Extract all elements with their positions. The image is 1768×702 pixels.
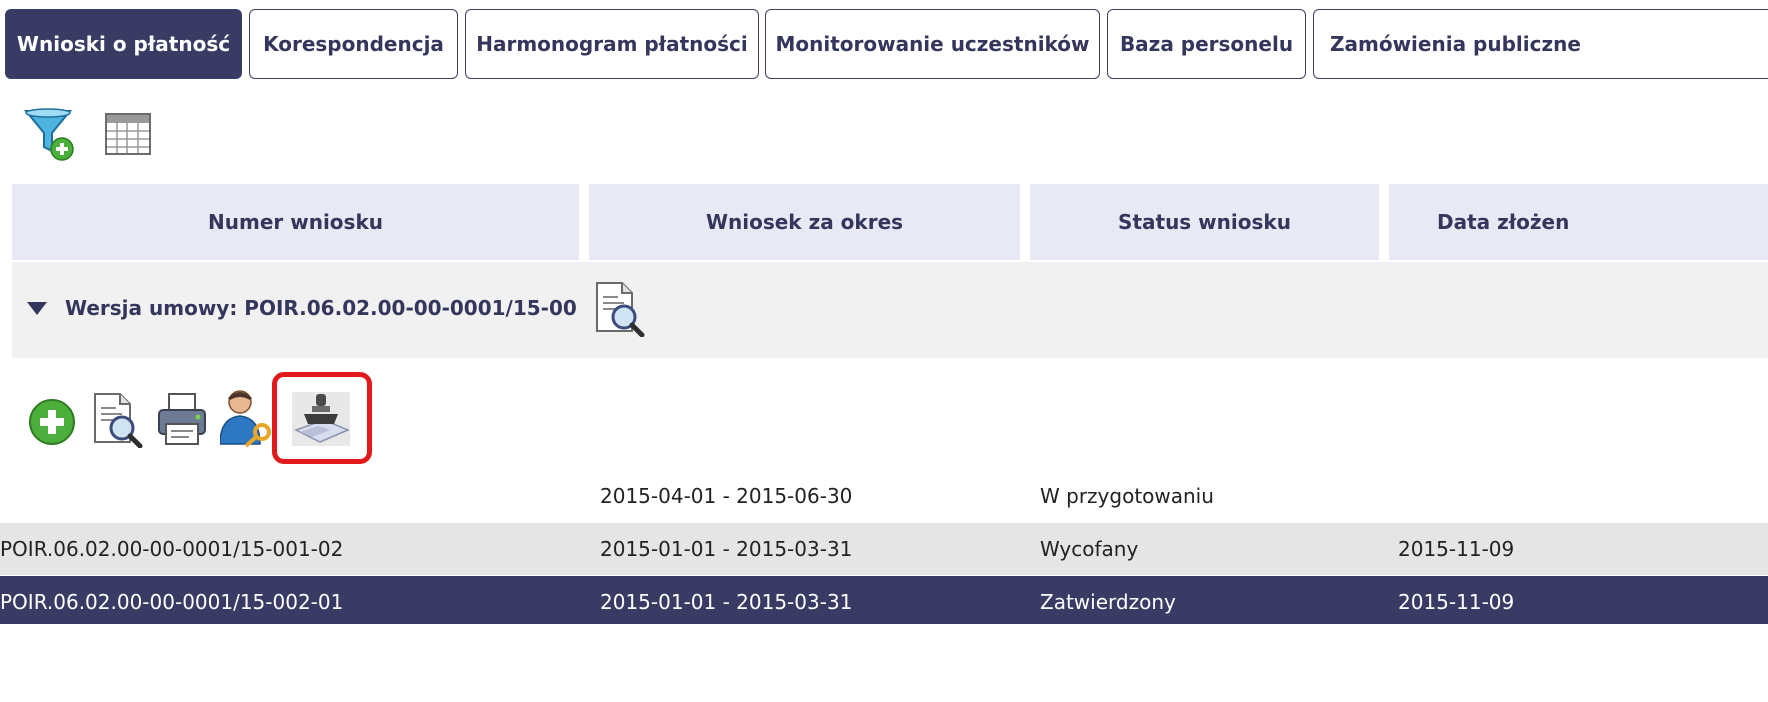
table-view-icon[interactable] xyxy=(105,113,151,159)
cell-date xyxy=(1398,470,1758,522)
column-label: Wniosek za okres xyxy=(705,210,904,234)
column-label: Status wniosku xyxy=(1118,210,1291,234)
tab-wnioski-o-platnosc[interactable]: Wnioski o płatność xyxy=(5,9,242,79)
column-header-numer-wniosku[interactable]: Numer wniosku xyxy=(12,184,579,260)
column-label: Numer wniosku xyxy=(208,210,383,234)
cell-number xyxy=(0,470,580,522)
tab-zamowienia-publiczne[interactable]: Zamówienia publiczne xyxy=(1313,9,1768,79)
add-filter-icon[interactable] xyxy=(22,107,76,167)
cell-status: W przygotowaniu xyxy=(1040,484,1214,508)
print-icon[interactable] xyxy=(156,392,210,452)
user-key-icon[interactable] xyxy=(219,388,274,452)
preview-icon[interactable] xyxy=(92,392,144,452)
column-header-data-zlozenia[interactable]: Data złożen xyxy=(1389,184,1768,260)
contract-preview-icon[interactable] xyxy=(594,281,646,341)
add-icon[interactable] xyxy=(28,398,78,452)
cell-status: Zatwierdzony xyxy=(1040,590,1176,614)
collapse-triangle-icon[interactable] xyxy=(27,302,47,315)
cell-number: POIR.06.02.00-00-0001/15-002-01 xyxy=(0,590,344,614)
table-row-selected[interactable]: POIR.06.02.00-00-0001/15-002-01 2015-01-… xyxy=(0,576,1768,624)
table-row[interactable]: POIR.06.02.00-00-0001/15-001-02 2015-01-… xyxy=(0,523,1768,575)
column-label: Data złożen xyxy=(1437,210,1570,234)
highlight-frame xyxy=(272,372,372,464)
cell-period: 2015-01-01 - 2015-03-31 xyxy=(600,590,853,614)
tab-baza-personelu[interactable]: Baza personelu xyxy=(1107,9,1306,79)
column-header-status-wniosku[interactable]: Status wniosku xyxy=(1030,184,1379,260)
column-header-wniosek-za-okres[interactable]: Wniosek za okres xyxy=(589,184,1020,260)
cell-number: POIR.06.02.00-00-0001/15-001-02 xyxy=(0,537,344,561)
cell-period: 2015-04-01 - 2015-06-30 xyxy=(600,484,853,508)
table-row[interactable]: 2015-04-01 - 2015-06-30 W przygotowaniu xyxy=(0,470,1768,522)
tab-harmonogram-platnosci[interactable]: Harmonogram płatności xyxy=(465,9,759,79)
cell-date: 2015-11-09 xyxy=(1398,590,1515,614)
cell-period: 2015-01-01 - 2015-03-31 xyxy=(600,537,853,561)
cell-status: Wycofany xyxy=(1040,537,1139,561)
group-label: Wersja umowy: POIR.06.02.00-00-0001/15-0… xyxy=(65,296,577,320)
tab-korespondencja[interactable]: Korespondencja xyxy=(249,9,458,79)
tab-monitorowanie-uczestnikow[interactable]: Monitorowanie uczestników xyxy=(765,9,1100,79)
cell-date: 2015-11-09 xyxy=(1398,537,1515,561)
